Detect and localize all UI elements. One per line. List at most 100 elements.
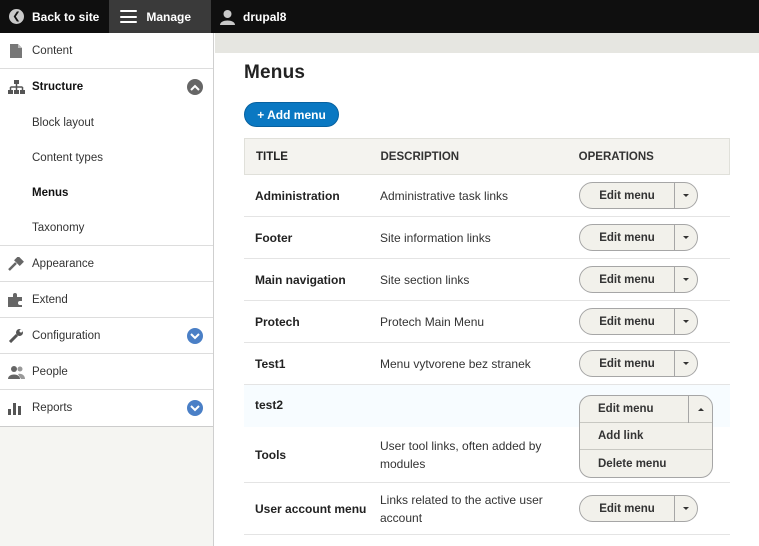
menu-title: Main navigation xyxy=(255,272,346,287)
wrench-icon xyxy=(0,328,32,343)
column-header-operations: OPERATIONS xyxy=(578,150,654,163)
dropdown-toggle[interactable] xyxy=(675,183,697,208)
sidebar-item-structure[interactable]: Structure xyxy=(0,69,213,105)
menu-description: Links related to the active user account xyxy=(380,492,543,525)
sidebar-item-label: Extend xyxy=(32,293,68,306)
edit-menu-button[interactable]: Edit menu xyxy=(580,309,675,334)
caret-down-icon xyxy=(683,236,689,239)
table-header: TITLE DESCRIPTION OPERATIONS xyxy=(244,138,730,175)
menu-title: test2 xyxy=(255,398,284,412)
puzzle-icon xyxy=(0,292,32,307)
edit-menu-button[interactable]: Edit menu xyxy=(580,225,675,250)
column-header-title: TITLE xyxy=(256,150,288,163)
table-row: Test1 Menu vytvorene bez stranek Edit me… xyxy=(244,343,730,385)
bar-chart-icon xyxy=(0,401,32,415)
menu-description: Site section links xyxy=(380,272,470,287)
operations-cell: Edit menu xyxy=(568,308,730,335)
table-row: Footer Site information links Edit menu xyxy=(244,217,730,259)
dropdown-toggle[interactable] xyxy=(688,396,712,423)
top-band xyxy=(215,33,759,53)
chevron-up-icon[interactable] xyxy=(187,79,203,95)
menu-description: Menu vytvorene bez stranek xyxy=(380,356,531,371)
caret-down-icon xyxy=(683,194,689,197)
user-label: drupal8 xyxy=(243,9,287,24)
menu-title: User account menu xyxy=(255,501,367,516)
menu-description: Site information links xyxy=(380,230,491,245)
back-to-site-label: Back to site xyxy=(32,9,100,24)
sidebar-item-content[interactable]: Content xyxy=(0,33,213,69)
structure-submenu: Block layout Content types Menus Taxonom… xyxy=(0,105,213,246)
user-tab[interactable]: drupal8 xyxy=(211,0,296,33)
operations-dropbutton: Edit menu xyxy=(579,350,698,377)
menu-description: Administrative task links xyxy=(380,188,509,203)
chevron-down-icon[interactable] xyxy=(187,328,203,344)
delete-menu-button[interactable]: Delete menu xyxy=(580,450,712,477)
sidebar-subitem-content-types[interactable]: Content types xyxy=(0,140,213,175)
operations-cell: Edit menu xyxy=(568,495,730,522)
table-row: Main navigation Site section links Edit … xyxy=(244,259,730,301)
sidebar-menu: Content Structure Block layout Content t… xyxy=(0,33,213,427)
sidebar-item-extend[interactable]: Extend xyxy=(0,282,213,318)
dropdown-toggle[interactable] xyxy=(675,351,697,376)
dropdown-toggle[interactable] xyxy=(675,225,697,250)
sidebar-item-people[interactable]: People xyxy=(0,354,213,390)
sidebar-subitem-menus[interactable]: Menus xyxy=(0,175,213,210)
caret-down-icon xyxy=(683,362,689,365)
main-content: Menus + Add menu TITLE DESCRIPTION OPERA… xyxy=(215,33,759,546)
dropdown-toggle[interactable] xyxy=(675,309,697,334)
page-title: Menus xyxy=(244,62,306,83)
table-row: Administration Administrative task links… xyxy=(244,175,730,217)
edit-menu-button[interactable]: Edit menu xyxy=(580,496,675,521)
operations-dropbutton: Edit menu xyxy=(579,266,698,293)
sidebar-item-reports[interactable]: Reports xyxy=(0,390,213,426)
sidebar-subitem-block-layout[interactable]: Block layout xyxy=(0,105,213,140)
hamburger-icon xyxy=(120,10,138,23)
admin-toolbar: ❮ Back to site Manage drupal8 xyxy=(0,0,759,33)
dropdown-toggle[interactable] xyxy=(675,496,697,521)
caret-down-icon xyxy=(683,507,689,510)
sidebar-item-label: Appearance xyxy=(32,257,95,270)
sitemap-icon xyxy=(0,80,32,94)
caret-down-icon xyxy=(683,320,689,323)
operations-cell: Edit menu xyxy=(568,224,730,251)
edit-menu-button[interactable]: Edit menu xyxy=(580,183,675,208)
operations-cell: Edit menu xyxy=(568,182,730,209)
sidebar-item-label: Reports xyxy=(32,402,73,414)
user-icon xyxy=(220,9,236,25)
back-arrow-icon: ❮ xyxy=(9,9,24,24)
sidebar-item-configuration[interactable]: Configuration xyxy=(0,318,213,354)
edit-menu-button[interactable]: Edit menu xyxy=(580,396,712,423)
file-icon xyxy=(0,43,32,58)
sidebar-item-label: Configuration xyxy=(32,329,101,342)
people-icon xyxy=(0,365,32,379)
add-link-button[interactable]: Add link xyxy=(580,423,712,450)
table-row: User account menu Links related to the a… xyxy=(244,483,730,535)
menu-description: Protech Main Menu xyxy=(380,314,485,329)
add-menu-button[interactable]: + Add menu xyxy=(244,102,339,127)
operations-dropbutton: Edit menu xyxy=(579,308,698,335)
operations-cell: Edit menu xyxy=(568,350,730,377)
edit-menu-button[interactable]: Edit menu xyxy=(580,267,675,292)
caret-down-icon xyxy=(683,278,689,281)
manage-label: Manage xyxy=(146,9,192,24)
operations-dropbutton: Edit menu xyxy=(579,182,698,209)
table-row: Protech Protech Main Menu Edit menu xyxy=(244,301,730,343)
admin-sidebar: Content Structure Block layout Content t… xyxy=(0,33,214,546)
test2-operations-dropdown: Edit menu Add link Delete menu xyxy=(579,395,713,478)
menu-title: Test1 xyxy=(255,356,286,371)
column-header-description: DESCRIPTION xyxy=(380,150,460,163)
operations-dropbutton: Edit menu xyxy=(579,495,698,522)
menu-description: User tool links, often added by modules xyxy=(380,438,542,471)
manage-tab[interactable]: Manage xyxy=(109,0,212,33)
brush-icon xyxy=(0,256,32,271)
operations-cell: Edit menu xyxy=(568,266,730,293)
dropdown-toggle[interactable] xyxy=(675,267,697,292)
caret-up-icon xyxy=(697,408,704,411)
menu-title: Administration xyxy=(255,188,340,203)
edit-menu-button[interactable]: Edit menu xyxy=(580,351,675,376)
operations-dropbutton: Edit menu xyxy=(579,224,698,251)
back-to-site-link[interactable]: ❮ Back to site xyxy=(0,0,109,33)
sidebar-subitem-taxonomy[interactable]: Taxonomy xyxy=(0,210,213,245)
sidebar-item-appearance[interactable]: Appearance xyxy=(0,246,213,282)
chevron-down-icon[interactable] xyxy=(187,400,203,416)
